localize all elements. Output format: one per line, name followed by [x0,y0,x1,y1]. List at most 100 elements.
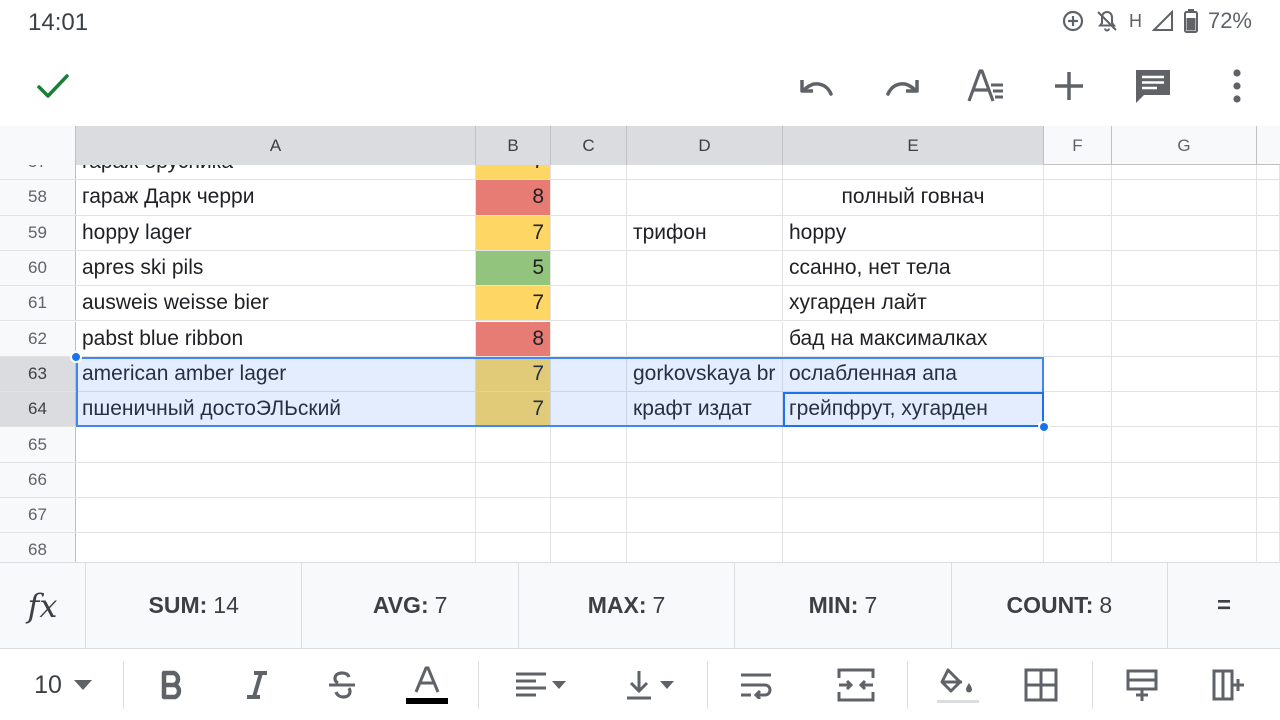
cell-a[interactable]: pabst blue ribbon [76,321,476,356]
insert-row-icon[interactable] [1117,659,1167,711]
row-header[interactable]: 67 [0,498,76,533]
cell-a[interactable]: apres ski pils [76,250,476,286]
cell-e[interactable]: hoppy [783,215,1044,250]
cell-g[interactable] [1112,180,1257,215]
cell-a[interactable] [76,533,476,562]
cell-g[interactable] [1112,215,1257,250]
cell-b[interactable]: 8 [476,180,551,215]
row-header[interactable]: 59 [0,215,76,250]
cell-a[interactable] [76,427,476,462]
cell-g[interactable] [1112,462,1257,497]
cell-e[interactable]: ослабленная апа [783,356,1044,392]
row-header[interactable]: 66 [0,462,76,497]
cell-g[interactable] [1112,533,1257,562]
cell-d[interactable] [627,533,783,562]
cell-d[interactable] [627,498,783,533]
row-header[interactable]: 65 [0,427,76,462]
cell-b[interactable] [476,462,551,497]
row-header[interactable]: 61 [0,286,76,321]
column-header-d[interactable]: D [627,126,783,165]
bold-icon[interactable] [148,659,198,711]
cell-b[interactable]: 5 [476,250,551,286]
cell-h[interactable] [1257,356,1280,392]
column-header-g[interactable]: G [1112,126,1257,165]
cell-c[interactable] [551,392,627,427]
equals-button[interactable]: = [1168,563,1280,648]
cell-c[interactable] [551,215,627,250]
text-wrap-icon[interactable] [731,659,781,711]
cell-d[interactable] [627,180,783,215]
spreadsheet-grid[interactable]: A B C D E F G 57гараж брусника758гараж Д… [0,126,1280,562]
cell-e[interactable] [783,427,1044,462]
cell-c[interactable] [551,180,627,215]
insert-column-icon[interactable] [1203,659,1253,711]
cell-b[interactable]: 7 [476,286,551,321]
cell-a[interactable]: ausweis weisse bier [76,286,476,321]
selection-handle-start[interactable] [70,350,82,363]
cell-h[interactable] [1257,462,1280,497]
row-header[interactable]: 60 [0,250,76,286]
font-size-dropdown[interactable]: 10 [18,659,108,711]
cell-c[interactable] [551,286,627,321]
cell-c[interactable] [551,321,627,356]
cell-g[interactable] [1112,498,1257,533]
cell-a[interactable] [76,498,476,533]
cell-b[interactable]: 8 [476,321,551,356]
select-all-corner[interactable] [0,126,76,165]
cell-d[interactable] [627,462,783,497]
cell-e[interactable] [783,498,1044,533]
cell-f[interactable] [1044,286,1112,321]
cell-c[interactable] [551,356,627,392]
cell-b[interactable] [476,533,551,562]
cell-a[interactable]: hoppy lager [76,215,476,250]
cell-e[interactable]: грейпфрут, хугарден [783,392,1044,427]
cell-c[interactable] [551,498,627,533]
cell-a[interactable] [76,462,476,497]
cell-b[interactable]: 7 [476,356,551,392]
cell-e[interactable] [783,462,1044,497]
cell-b[interactable] [476,427,551,462]
cell-a[interactable]: american amber lager [76,356,476,392]
cell-d[interactable]: крафт издат [627,392,783,427]
cell-e[interactable]: хугарден лайт [783,286,1044,321]
column-header-a[interactable]: A [76,126,476,165]
cell-g[interactable] [1112,427,1257,462]
cell-f[interactable] [1044,321,1112,356]
cell-e[interactable] [783,533,1044,562]
cell-e[interactable]: бад на максималках [783,321,1044,356]
text-color-icon[interactable] [402,659,452,711]
cell-h[interactable] [1257,215,1280,250]
cell-h[interactable] [1257,321,1280,356]
cell-d[interactable] [627,427,783,462]
column-header-e[interactable]: E [783,126,1044,165]
cell-f[interactable] [1044,356,1112,392]
text-format-icon[interactable] [958,58,1014,114]
row-header[interactable]: 68 [0,533,76,562]
cell-a[interactable]: гараж Дарк черри [76,180,476,215]
row-header[interactable]: 62 [0,321,76,356]
fill-color-icon[interactable] [932,659,984,711]
cell-e[interactable]: полный говнач [783,180,1044,215]
cell-f[interactable] [1044,533,1112,562]
cell-f[interactable] [1044,250,1112,286]
cell-b[interactable]: 7 [476,215,551,250]
cell-g[interactable] [1112,392,1257,427]
cell-h[interactable] [1257,250,1280,286]
cell-g[interactable] [1112,356,1257,392]
cell-h[interactable] [1257,533,1280,562]
redo-icon[interactable] [874,58,930,114]
cell-d[interactable]: трифон [627,215,783,250]
strikethrough-icon[interactable] [317,659,367,711]
cell-d[interactable] [627,286,783,321]
cell-d[interactable]: gorkovskaya br [627,356,783,392]
merge-cells-icon[interactable] [831,659,881,711]
function-icon[interactable]: fx [0,563,86,648]
comment-icon[interactable] [1125,58,1181,114]
column-header-c[interactable]: C [551,126,627,165]
more-vert-icon[interactable] [1209,58,1265,114]
cell-c[interactable] [551,462,627,497]
row-header[interactable]: 63 [0,356,76,392]
cell-c[interactable] [551,250,627,286]
italic-icon[interactable] [232,659,282,711]
cell-d[interactable] [627,321,783,356]
